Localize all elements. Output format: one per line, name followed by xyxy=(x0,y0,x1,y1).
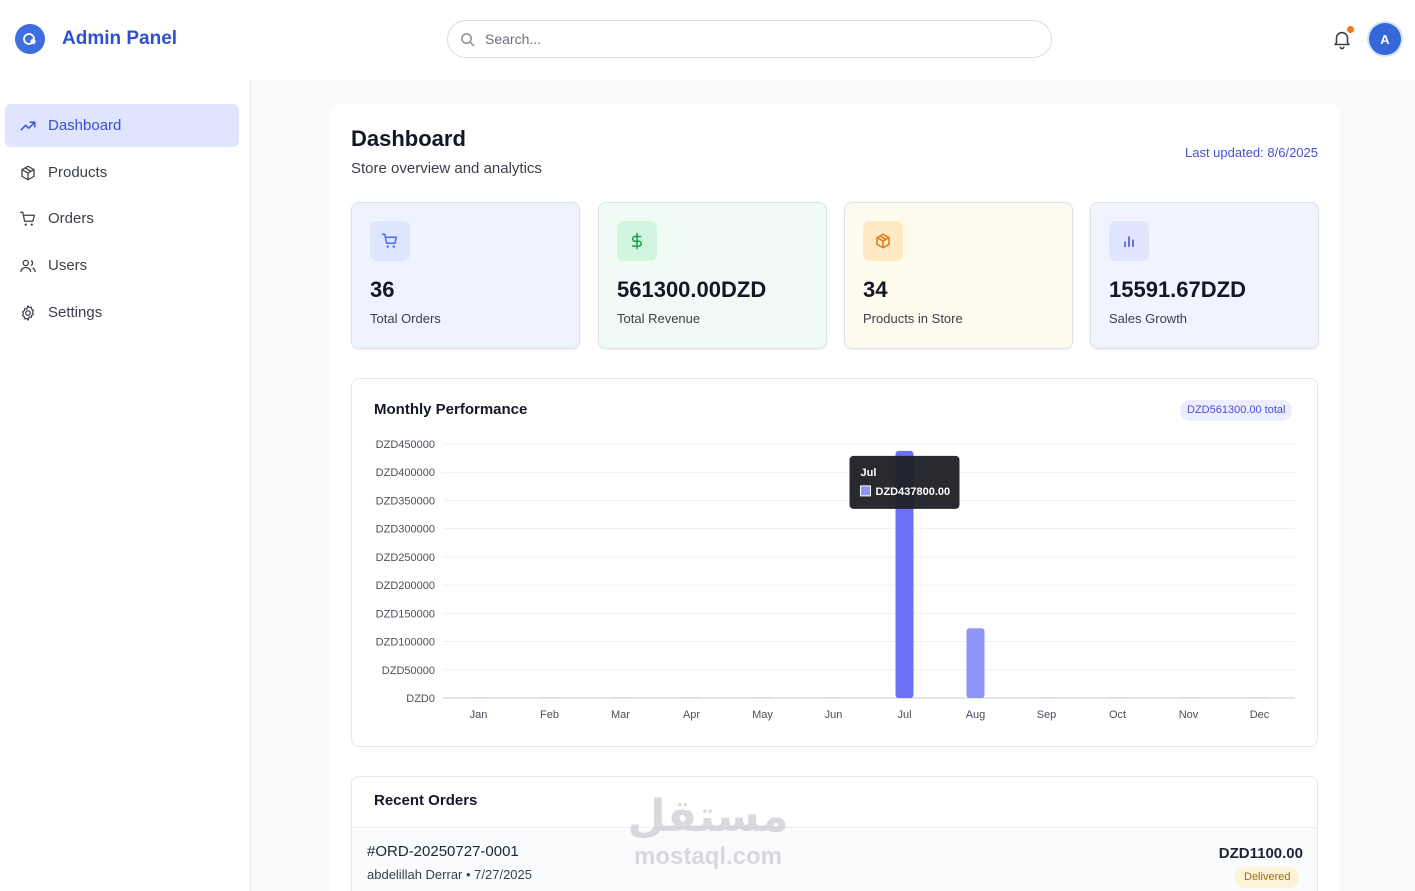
sidebar-item-label: Settings xyxy=(48,304,103,321)
avatar[interactable]: A xyxy=(1369,23,1401,55)
y-tick-label: DZD300000 xyxy=(376,524,435,536)
notification-dot xyxy=(1347,26,1354,33)
orders-title: Recent Orders xyxy=(374,792,478,809)
package-icon xyxy=(876,233,890,249)
stat-value: 15591.67DZD xyxy=(1109,277,1246,302)
stat-icon-box xyxy=(863,221,903,261)
brand-title[interactable]: Admin Panel xyxy=(62,28,177,50)
chart-bar-mar xyxy=(611,697,630,698)
search-bar[interactable] xyxy=(447,20,1052,58)
y-tick-label: DZD50000 xyxy=(382,665,435,677)
y-tick-label: DZD350000 xyxy=(376,495,435,507)
x-tick-label: Dec xyxy=(1250,709,1270,721)
stat-icon-box xyxy=(370,221,410,261)
stat-card-products-in-store: 34 Products in Store xyxy=(844,202,1073,349)
monthly-performance-chart[interactable]: DZD0 DZD50000 DZD100000 DZD150000 DZD200000 D… xyxy=(351,430,1318,730)
chart-bar-aug xyxy=(966,628,985,698)
stat-value: 34 xyxy=(863,277,888,302)
chart-bar-jun xyxy=(824,697,843,698)
x-tick-label: Jan xyxy=(470,709,488,721)
trending-up-icon xyxy=(20,121,36,130)
stat-card-total-orders: 36 Total Orders xyxy=(351,202,580,349)
chart-bar-feb xyxy=(540,697,559,698)
x-tick-label: Oct xyxy=(1109,709,1126,721)
y-tick-label: DZD250000 xyxy=(376,552,435,564)
sidebar-item-settings[interactable]: Settings xyxy=(5,291,239,334)
x-tick-label: May xyxy=(752,709,773,721)
x-tick-label: Jul xyxy=(897,709,911,721)
bar-chart-icon xyxy=(1124,236,1134,248)
chart-bar-apr xyxy=(682,697,701,698)
y-tick-label: DZD200000 xyxy=(376,580,435,592)
x-tick-label: Feb xyxy=(540,709,559,721)
tooltip-month: Jul xyxy=(861,467,877,479)
package-icon xyxy=(21,165,35,180)
tooltip-swatch xyxy=(860,485,871,497)
y-tick-label: DZD450000 xyxy=(376,439,435,451)
sidebar-item-label: Users xyxy=(48,257,88,274)
page-subtitle: Store overview and analytics xyxy=(351,160,542,177)
x-tick-label: Aug xyxy=(966,709,986,721)
x-tick-label: Apr xyxy=(683,709,700,721)
last-updated-text: Last updated: 8/6/2025 xyxy=(1184,145,1318,160)
y-tick-label: DZD0 xyxy=(406,693,435,705)
stat-icon-box xyxy=(1109,221,1149,261)
stat-card-sales-growth: 15591.67DZD Sales Growth xyxy=(1090,202,1319,349)
chart-bar-dec xyxy=(1250,697,1269,698)
stat-label: Total Orders xyxy=(370,311,441,326)
gear-icon xyxy=(22,304,34,321)
chart-bar-jan xyxy=(469,697,488,698)
chart-bar-nov xyxy=(1179,697,1198,698)
y-tick-label: DZD400000 xyxy=(376,467,435,479)
stat-value: 561300.00DZD xyxy=(617,277,767,302)
sidebar-item-dashboard[interactable]: Dashboard xyxy=(5,104,239,147)
status-badge: Delivered xyxy=(1235,867,1300,888)
cart-icon xyxy=(19,211,36,226)
sidebar: Dashboard Products Orders Users Settings xyxy=(0,80,251,891)
users-icon xyxy=(20,259,36,272)
cart-icon xyxy=(381,233,398,248)
stat-label: Total Revenue xyxy=(617,311,701,326)
page-title: Dashboard xyxy=(351,126,466,151)
order-amount: DZD1100.00 xyxy=(1218,845,1303,862)
order-id: #ORD-20250727-0001 xyxy=(367,843,519,860)
x-tick-label: Sep xyxy=(1037,709,1057,721)
chart-bar-may xyxy=(753,697,772,698)
stat-card-total-revenue: 561300.00DZD Total Revenue xyxy=(598,202,827,349)
stat-value: 36 xyxy=(370,277,395,302)
sidebar-item-label: Dashboard xyxy=(48,117,122,134)
y-tick-label: DZD100000 xyxy=(376,637,435,649)
sidebar-item-label: Orders xyxy=(48,210,94,227)
y-tick-label: DZD150000 xyxy=(376,608,435,620)
chart-bar-oct xyxy=(1108,697,1127,698)
sidebar-item-users[interactable]: Users xyxy=(5,244,239,287)
stat-label: Sales Growth xyxy=(1109,311,1188,326)
search-icon xyxy=(461,32,475,46)
x-tick-label: Mar xyxy=(611,709,630,721)
chart-title: Monthly Performance xyxy=(374,401,528,418)
x-tick-label: Nov xyxy=(1179,709,1199,721)
search-input[interactable] xyxy=(485,31,1025,47)
tooltip-value: DZD437800.00 xyxy=(876,486,951,498)
stat-icon-box xyxy=(617,221,657,261)
order-meta: abdelillah Derrar • 7/27/2025 xyxy=(367,867,532,882)
stat-label: Products in Store xyxy=(863,311,963,326)
sidebar-item-orders[interactable]: Orders xyxy=(5,197,239,240)
dollar-icon xyxy=(631,232,642,250)
chart-total-badge: DZD561300.00 total xyxy=(1180,400,1293,421)
x-tick-label: Jun xyxy=(825,709,843,721)
chart-bar-sep xyxy=(1037,697,1056,698)
chart-tooltip xyxy=(849,455,960,509)
top-bar: Admin Panel A xyxy=(0,0,1415,80)
sidebar-item-products[interactable]: Products xyxy=(5,151,239,194)
sidebar-item-label: Products xyxy=(48,164,108,181)
logo-icon[interactable] xyxy=(15,24,45,54)
